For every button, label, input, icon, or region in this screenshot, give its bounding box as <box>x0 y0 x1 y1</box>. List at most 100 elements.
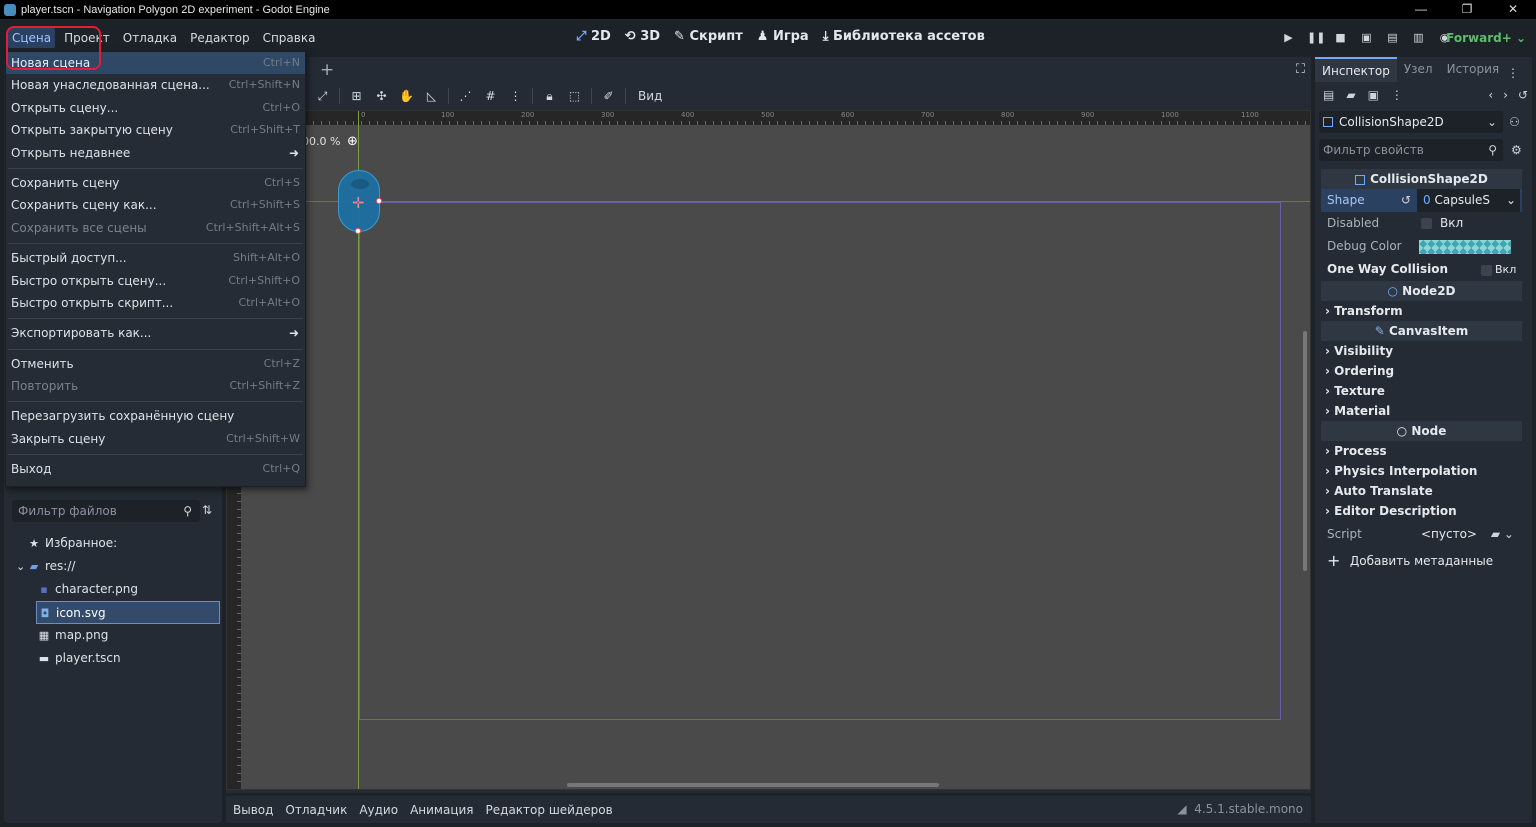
smart-snap-icon[interactable]: ⋰ <box>453 89 478 103</box>
menu-project[interactable]: Проект <box>60 28 114 48</box>
filter-settings-icon[interactable]: ⚙ <box>1511 143 1522 157</box>
group-process[interactable]: › Process <box>1321 441 1522 461</box>
bone-icon[interactable]: ✐ <box>596 89 621 103</box>
scene-menu-item[interactable]: Открыть закрытую сцену Ctrl+Shift+T <box>6 119 305 141</box>
tab-assetlib[interactable]: ⤓ Библиотека ассетов <box>823 29 985 44</box>
save-resource-icon[interactable]: ▣ <box>1368 88 1379 106</box>
scene-menu-item[interactable]: Отменить Ctrl+Z <box>6 353 305 375</box>
tree-item-map-png[interactable]: ▦ map.png <box>14 624 220 647</box>
tree-item-character-png[interactable]: ▪ character.png <box>14 578 220 601</box>
group-auto-translate[interactable]: › Auto Translate <box>1321 481 1522 501</box>
scene-menu-item[interactable]: Быстро открыть скрипт... Ctrl+Alt+O <box>6 292 305 314</box>
scene-menu-item[interactable]: Сохранить сцену как... Ctrl+Shift+S <box>6 194 305 216</box>
close-button[interactable]: ✕ <box>1490 0 1536 19</box>
select-mode-icon[interactable]: ⊞ <box>344 89 369 103</box>
load-script-icon[interactable]: ▰ <box>1491 527 1500 541</box>
group-transform[interactable]: › Transform <box>1321 301 1522 321</box>
minimize-button[interactable]: — <box>1398 0 1444 19</box>
tab-game[interactable]: ♟ Игра <box>757 29 809 44</box>
play-icon[interactable]: ▶ <box>1281 31 1296 45</box>
group-texture[interactable]: › Texture <box>1321 381 1522 401</box>
reset-icon[interactable]: ↺ <box>1401 189 1411 212</box>
one-way-checkbox[interactable]: Вкл <box>1481 258 1516 281</box>
tab-inspector[interactable]: Инспектор <box>1315 57 1397 82</box>
history-icon[interactable]: ↺ <box>1518 88 1528 106</box>
canvas-2d[interactable]: 0 100 200 300 400 500 600 700 800 900 1000 1100 00.… <box>226 110 1311 790</box>
play-custom-scene-icon[interactable]: ▥ <box>1411 31 1426 45</box>
forward-icon[interactable]: › <box>1503 88 1508 106</box>
debug-color-swatch[interactable] <box>1419 240 1511 254</box>
script-value[interactable]: <пусто> ▰ ⌄ <box>1421 523 1514 546</box>
menu-help[interactable]: Справка <box>259 28 320 48</box>
move-mode-icon[interactable]: ✣ <box>369 89 394 103</box>
shape-value-field[interactable]: 0 CapsuleS ⌄ <box>1417 189 1520 212</box>
new-resource-icon[interactable]: ▤ <box>1323 88 1334 106</box>
scene-menu-item[interactable]: Открыть сцену... Ctrl+O <box>6 97 305 119</box>
more-options-icon[interactable]: ⋮ <box>503 89 528 103</box>
load-resource-icon[interactable]: ▰ <box>1346 88 1355 106</box>
tab-animation[interactable]: Анимация <box>410 803 473 817</box>
add-scene-tab-icon[interactable]: + <box>320 60 334 80</box>
scene-menu-item[interactable]: Открыть недавнее ➜ <box>6 142 305 164</box>
group-visibility[interactable]: › Visibility <box>1321 341 1522 361</box>
tree-item-player-tscn[interactable]: ▬ player.tscn <box>14 647 220 670</box>
tab-script[interactable]: ✎ Скрипт <box>674 29 743 44</box>
sort-icon[interactable]: ⇅ <box>202 503 212 517</box>
scene-menu-item[interactable]: Новая унаследованная сцена... Ctrl+Shift+… <box>6 74 305 96</box>
horizontal-scrollbar[interactable] <box>567 783 939 787</box>
scene-menu-item[interactable]: Экспортировать как... ➜ <box>6 322 305 344</box>
tab-2d[interactable]: ⤢ 2D <box>576 29 611 44</box>
tree-item-icon-svg[interactable]: ◘ icon.svg <box>36 601 220 624</box>
remote-debug-icon[interactable]: ▣ <box>1359 31 1374 45</box>
stop-icon[interactable]: ■ <box>1333 31 1348 45</box>
play-scene-icon[interactable]: ▤ <box>1385 31 1400 45</box>
menu-debug[interactable]: Отладка <box>119 28 181 48</box>
group-editor-description[interactable]: › Editor Description <box>1321 501 1522 521</box>
group-material[interactable]: › Material <box>1321 401 1522 421</box>
shape-height-handle[interactable] <box>355 228 361 234</box>
tab-output[interactable]: Вывод <box>233 803 273 817</box>
more-options-icon[interactable]: ⋮ <box>1500 61 1526 85</box>
tree-item-favorites[interactable]: ★ Избранное: <box>14 532 220 555</box>
tab-history[interactable]: История <box>1440 57 1507 82</box>
ruler-mode-icon[interactable]: ◺ <box>419 89 444 103</box>
menu-scene[interactable]: Сцена <box>8 28 56 48</box>
scene-menu-item[interactable]: Выход Ctrl+Q <box>6 458 305 480</box>
file-filter-input[interactable]: Фильтр файлов ⚲ <box>12 500 200 522</box>
tab-audio[interactable]: Аудио <box>359 803 398 817</box>
scene-menu-item[interactable]: Сохранить сцену Ctrl+S <box>6 172 305 194</box>
lock-icon[interactable]: 🔒︎ <box>537 89 562 104</box>
pan-mode-icon[interactable]: ✋ <box>394 89 419 103</box>
scene-menu-item[interactable]: Новая сцена Ctrl+N <box>6 52 305 75</box>
view-menu[interactable]: Вид <box>638 89 662 103</box>
resource-menu-icon[interactable]: ⋮ <box>1391 88 1403 106</box>
object-history-icon[interactable]: ⚇ <box>1509 115 1520 129</box>
zoom-label[interactable]: 00.0 % <box>302 135 340 148</box>
scene-menu-item[interactable]: Закрыть сцену Ctrl+Shift+W <box>6 428 305 450</box>
distraction-free-icon[interactable]: ⛶ <box>1296 62 1305 77</box>
shape-radius-handle[interactable] <box>376 198 382 204</box>
group-icon[interactable]: ⬚ <box>562 89 587 103</box>
scene-menu-item[interactable]: Быстрый доступ... Shift+Alt+O <box>6 247 305 269</box>
scale-mode-icon[interactable]: ⤢ <box>310 89 335 104</box>
chevron-down-icon[interactable]: ⌄ <box>1504 527 1514 541</box>
maximize-button[interactable]: ❐ <box>1444 0 1490 19</box>
back-icon[interactable]: ‹ <box>1488 88 1493 106</box>
chevron-down-icon[interactable]: ⌄ <box>1506 189 1516 212</box>
add-metadata-button[interactable]: + Добавить метаданные <box>1321 549 1522 573</box>
property-filter-input[interactable]: Фильтр свойств ⚲ <box>1319 139 1503 161</box>
zoom-in-icon[interactable]: ⊕ <box>347 134 358 149</box>
disabled-checkbox[interactable]: Вкл <box>1421 212 1463 235</box>
notification-icon[interactable]: ◢ <box>1177 802 1186 816</box>
renderer-select[interactable]: Forward+ ⌄ <box>1446 31 1526 45</box>
group-ordering[interactable]: › Ordering <box>1321 361 1522 381</box>
scene-menu-item[interactable]: Быстро открыть сцену... Ctrl+Shift+O <box>6 270 305 292</box>
tab-node[interactable]: Узел <box>1397 57 1440 82</box>
menu-editor[interactable]: Редактор <box>186 28 253 48</box>
chevron-down-icon[interactable]: ⌄ <box>16 555 25 578</box>
tab-debugger[interactable]: Отладчик <box>285 803 347 817</box>
prop-shape[interactable]: Shape ↺ 0 CapsuleS ⌄ <box>1321 189 1522 212</box>
vertical-scrollbar[interactable] <box>1303 331 1307 571</box>
grid-snap-icon[interactable]: # <box>478 89 503 103</box>
tree-item-res[interactable]: ⌄ ▰ res:// <box>14 555 220 578</box>
